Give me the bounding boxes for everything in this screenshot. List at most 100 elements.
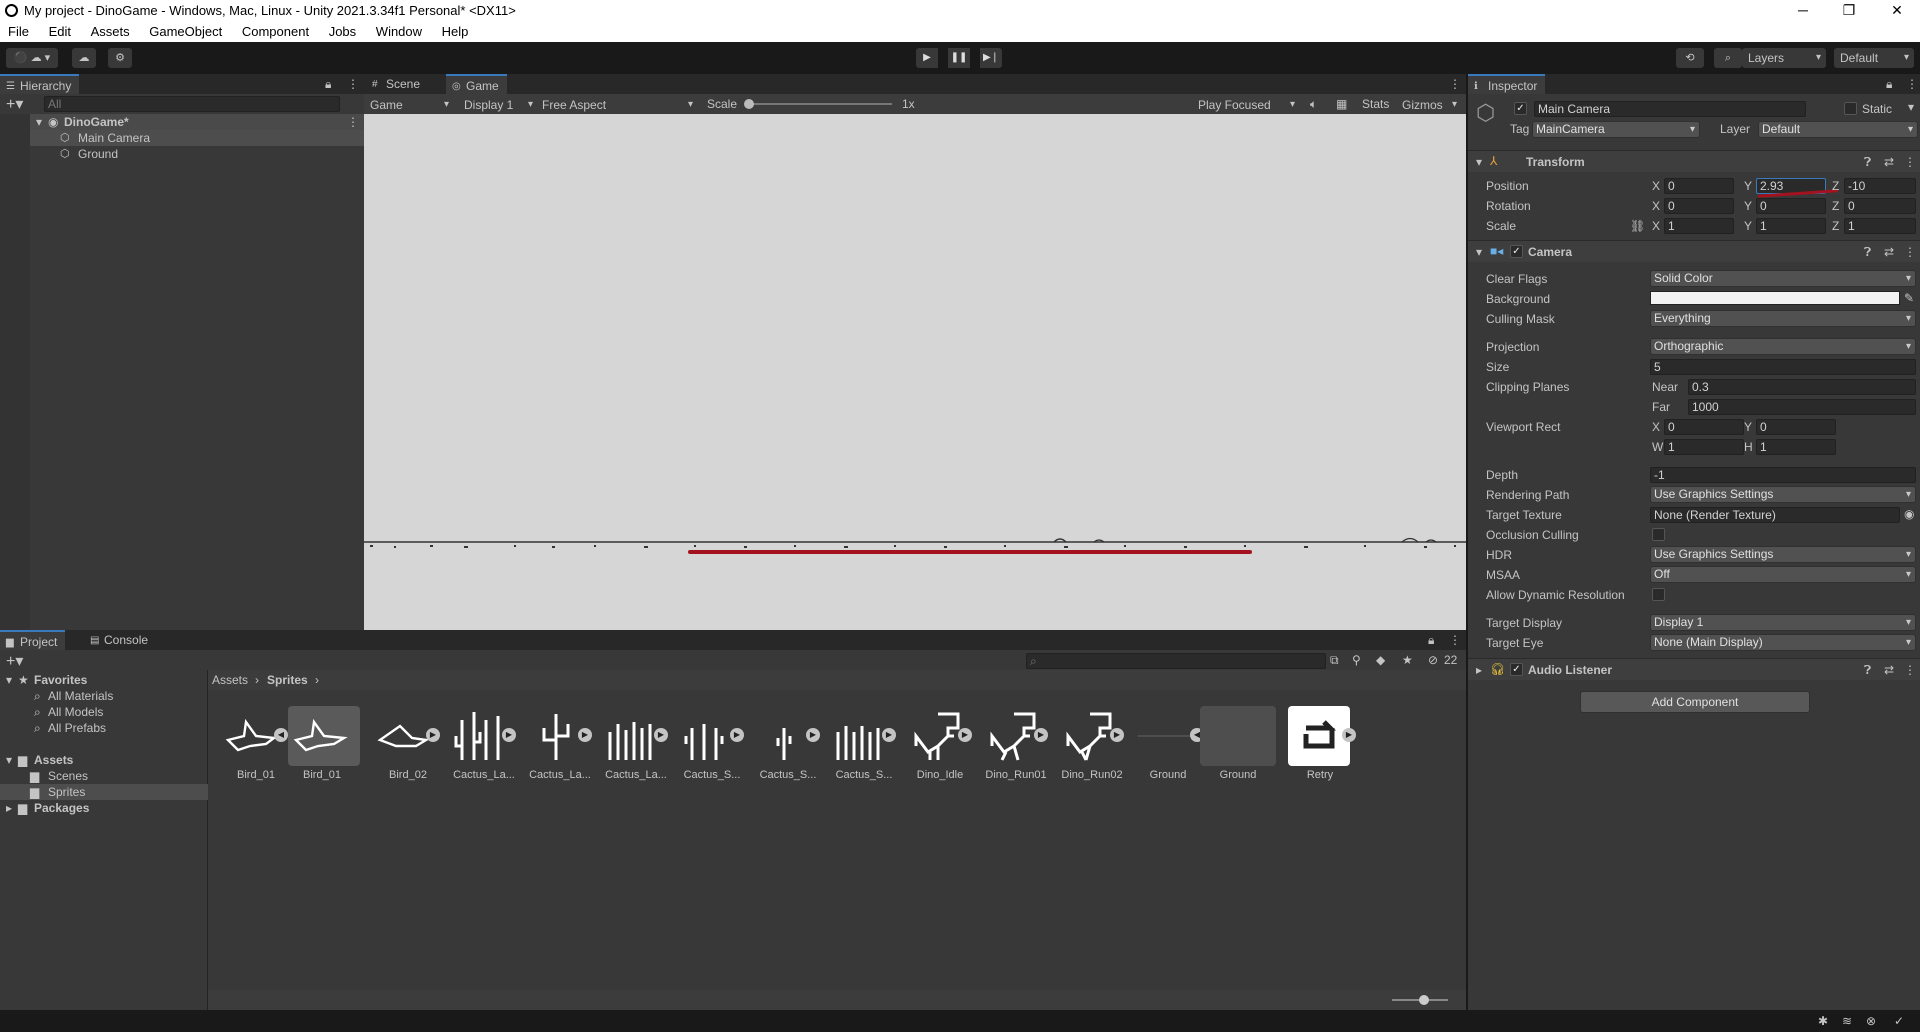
component-more-icon[interactable]: ⋮ <box>1904 155 1916 169</box>
object-name-input[interactable]: Main Camera <box>1534 101 1806 117</box>
play-arrow-icon[interactable]: ▶ <box>806 728 820 742</box>
position-z-input[interactable]: -10 <box>1844 178 1916 194</box>
layer-dropdown[interactable]: Default <box>1758 121 1918 138</box>
play-arrow-icon[interactable]: ▶ <box>882 728 896 742</box>
breadcrumb-assets[interactable]: Assets <box>212 673 248 687</box>
layout-dropdown[interactable]: Default <box>1834 48 1914 68</box>
rendering-path-dropdown[interactable]: Use Graphics Settings <box>1650 486 1916 503</box>
create-asset-button[interactable]: +▾ <box>6 651 23 671</box>
add-object-button[interactable]: +▾ <box>6 94 23 114</box>
game-more-icon[interactable]: ⋮ <box>1449 77 1461 91</box>
menu-edit[interactable]: Edit <box>33 22 71 39</box>
cloud-icon[interactable]: ☁ <box>72 48 96 68</box>
asset-cactus-small-1[interactable]: ▶ Cactus_S... <box>680 706 744 781</box>
lock-icon[interactable]: 🔒︎ <box>325 77 331 92</box>
undo-history-icon[interactable]: ⟲ <box>1676 48 1704 68</box>
tag-icon[interactable]: ◆ <box>1376 653 1385 667</box>
favorite-star-icon[interactable]: ★ <box>1402 653 1413 667</box>
asset-dino-idle[interactable]: ▶ Dino_Idle <box>908 706 972 781</box>
pause-button[interactable]: ❚❚ <box>948 48 970 68</box>
asset-cactus-small-2[interactable]: ▶ Cactus_S... <box>756 706 820 781</box>
play-arrow-icon[interactable]: ▶ <box>1110 728 1124 742</box>
expand-arrow-icon[interactable]: ▾ <box>36 115 42 129</box>
minimize-button[interactable]: ─ <box>1780 0 1826 22</box>
shortcuts-icon[interactable]: ▦ <box>1336 97 1347 111</box>
preset-icon[interactable]: ⇄ <box>1884 663 1894 677</box>
cache-icon[interactable]: ⊗ <box>1866 1014 1876 1028</box>
folder-sprites[interactable]: Sprites <box>48 785 85 799</box>
viewport-h-input[interactable]: 1 <box>1756 439 1836 455</box>
viewport-w-input[interactable]: 1 <box>1664 439 1744 455</box>
target-display-dropdown[interactable]: Display 1 <box>1650 614 1916 631</box>
help-icon[interactable]: ❓︎ <box>1864 663 1871 678</box>
audio-listener-checkbox[interactable]: ✓ <box>1510 663 1523 676</box>
favorite-all-prefabs[interactable]: All Prefabs <box>48 721 106 735</box>
hierarchy-item-main-camera[interactable]: ⬡ Main Camera <box>0 130 364 146</box>
hidden-packages-icon[interactable]: ⊘ <box>1428 653 1438 667</box>
notification-icon[interactable]: ✓ <box>1894 1014 1904 1028</box>
game-viewport[interactable] <box>364 114 1466 630</box>
viewport-x-input[interactable]: 0 <box>1664 419 1744 435</box>
asset-ground-sprite[interactable]: ◀ Ground <box>1136 706 1204 781</box>
scale-x-input[interactable]: 1 <box>1664 218 1734 234</box>
asset-ground-prefab[interactable]: Ground <box>1200 706 1276 781</box>
favorite-all-materials[interactable]: All Materials <box>48 689 113 703</box>
collab-icon[interactable]: ⚙ <box>108 48 132 68</box>
component-more-icon[interactable]: ⋮ <box>1904 663 1916 677</box>
object-picker-icon[interactable]: ◉ <box>1904 507 1914 521</box>
gizmos-dropdown[interactable]: Gizmos <box>1396 95 1462 115</box>
step-button[interactable]: ▶❘ <box>980 48 1002 68</box>
inspector-lock-icon[interactable]: 🔒︎ <box>1886 77 1892 92</box>
play-arrow-icon[interactable]: ▶ <box>578 728 592 742</box>
preset-icon[interactable]: ⇄ <box>1884 245 1894 259</box>
dynamic-resolution-checkbox[interactable] <box>1652 588 1665 601</box>
play-arrow-icon[interactable]: ▶ <box>502 728 516 742</box>
display-dropdown[interactable]: Display 1 <box>458 95 538 115</box>
more-icon[interactable]: ⋮ <box>347 77 359 91</box>
msaa-dropdown[interactable]: Off <box>1650 566 1916 583</box>
audio-listener-header[interactable]: ▸ 🎧︎ ✓ Audio Listener ❓︎ ⇄ ⋮ <box>1468 658 1920 680</box>
expand-arrow-icon[interactable]: ▾ <box>6 673 12 687</box>
play-arrow-icon[interactable]: ▶ <box>730 728 744 742</box>
static-dropdown-icon[interactable]: ▾ <box>1908 100 1914 114</box>
tag-dropdown[interactable]: MainCamera <box>1532 121 1700 138</box>
folder-packages[interactable]: Packages <box>34 801 89 815</box>
tab-game[interactable]: ◎ Game <box>446 74 507 94</box>
folder-assets[interactable]: Assets <box>34 753 73 767</box>
project-lock-icon[interactable]: 🔒︎ <box>1428 633 1434 648</box>
camera-header[interactable]: ▾ ■◂ ✓ Camera ❓︎ ⇄ ⋮ <box>1468 240 1920 262</box>
target-texture-field[interactable]: None (Render Texture) <box>1650 507 1900 523</box>
expand-arrow-icon[interactable]: ▾ <box>6 753 12 767</box>
asset-cactus-large-3[interactable]: ▶ Cactus_La... <box>604 706 668 781</box>
transform-header[interactable]: ▾ ⅄ Transform ❓︎ ⇄ ⋮ <box>1468 150 1920 172</box>
search-by-label-icon[interactable]: ⚲ <box>1352 653 1361 667</box>
near-input[interactable]: 0.3 <box>1688 379 1916 395</box>
play-arrow-icon[interactable]: ▶ <box>426 728 440 742</box>
tab-console[interactable]: ▤ Console <box>84 630 156 650</box>
play-button[interactable]: ▶ <box>916 48 938 68</box>
asset-cactus-large-1[interactable]: ▶ Cactus_La... <box>452 706 516 781</box>
stats-button[interactable]: Stats <box>1362 97 1389 111</box>
target-eye-dropdown[interactable]: None (Main Display) <box>1650 634 1916 651</box>
clear-flags-dropdown[interactable]: Solid Color <box>1650 270 1916 287</box>
constrain-proportions-icon[interactable]: ⛓ <box>1630 219 1645 233</box>
asset-cactus-small-3[interactable]: ▶ Cactus_S... <box>832 706 896 781</box>
hierarchy-item-ground[interactable]: ⬡ Ground <box>0 146 364 162</box>
occlusion-culling-checkbox[interactable] <box>1652 528 1665 541</box>
search-icon[interactable]: ⌕ <box>1714 48 1742 68</box>
account-button[interactable]: ⚫ ☁ ▾ <box>6 48 58 68</box>
asset-bird-01[interactable]: ◀ Bird_01 <box>224 706 288 781</box>
play-mode-dropdown[interactable]: Play Focused <box>1192 95 1300 115</box>
eyedropper-icon[interactable]: ✎ <box>1904 291 1914 305</box>
layers-dropdown[interactable]: Layers <box>1742 48 1826 68</box>
asset-dino-run01[interactable]: ▶ Dino_Run01 <box>984 706 1048 781</box>
add-component-button[interactable]: Add Component <box>1580 691 1810 713</box>
inspector-more-icon[interactable]: ⋮ <box>1906 77 1918 91</box>
game-mode-dropdown[interactable]: Game <box>364 95 454 115</box>
scale-y-input[interactable]: 1 <box>1756 218 1826 234</box>
breadcrumb-sprites[interactable]: Sprites <box>267 673 308 687</box>
icon-size-slider-handle[interactable] <box>1419 995 1429 1005</box>
help-icon[interactable]: ❓︎ <box>1864 245 1871 260</box>
menu-component[interactable]: Component <box>226 22 309 39</box>
search-by-type-icon[interactable]: ⧉ <box>1330 653 1339 668</box>
